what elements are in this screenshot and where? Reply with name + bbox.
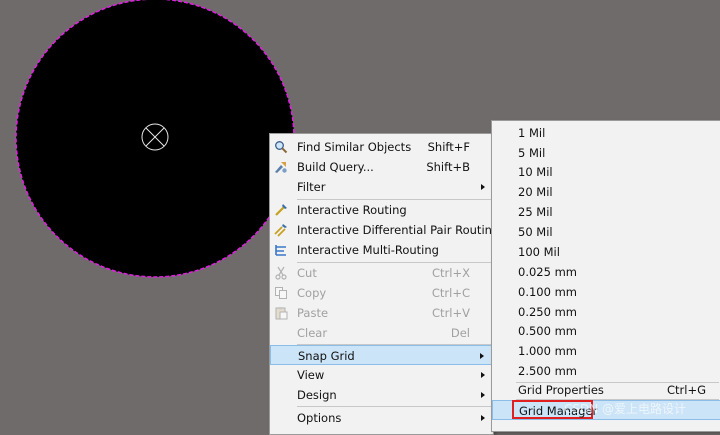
menu-item-label: Options [297,411,342,425]
menu-item-label: 100 Mil [518,245,560,259]
menu-item-view[interactable]: View [270,365,493,385]
menu-item-find-similar-objects[interactable]: Find Similar Objects Shift+F [270,137,493,157]
menu-item-label: Design [297,388,337,402]
diff-pair-routing-icon [273,222,289,238]
menu-item-label: Build Query... [297,160,374,174]
menu-item-shortcut: Ctrl+C [431,286,470,300]
menu-item-label: 10 Mil [518,165,553,179]
menu-item-label: Filter [297,180,326,194]
menu-item-clear[interactable]: Clear Del [270,323,493,343]
menu-item-interactive-differential-pair-routing[interactable]: Interactive Differential Pair Routing [270,220,499,240]
menu-item-label: 20 Mil [518,185,553,199]
menu-separator [297,406,491,407]
menu-item-filter[interactable]: Filter [270,177,493,197]
menu-item-copy[interactable]: Copy Ctrl+C [270,283,493,303]
snap-grid-submenu: 1 Mil 5 Mil 10 Mil 20 Mil 25 Mil 50 Mil … [491,120,720,432]
menu-item-cut[interactable]: Cut Ctrl+X [270,263,493,283]
submenu-arrow-icon [481,392,485,398]
menu-item-label: 2.500 mm [518,364,577,378]
snap-grid-5-mil[interactable]: 5 Mil [492,143,720,163]
menu-item-options[interactable]: Options [270,408,493,428]
snap-grid-0-100-mm[interactable]: 0.100 mm [492,282,720,302]
menu-item-label: 5 Mil [518,146,546,160]
snap-grid-100-mil[interactable]: 100 Mil [492,242,720,262]
menu-item-interactive-routing[interactable]: Interactive Routing [270,200,493,220]
snap-grid-25-mil[interactable]: 25 Mil [492,202,720,222]
submenu-arrow-icon [481,372,485,378]
menu-item-label: Interactive Routing [297,203,407,217]
menu-item-label: 0.025 mm [518,265,577,279]
menu-item-label: 0.100 mm [518,285,577,299]
menu-item-label: Snap Grid [298,349,355,363]
menu-item-label: Interactive Differential Pair Routing [297,223,500,237]
selected-pad[interactable] [15,0,295,278]
watermark-text: CSDN @爱上电路设计 [564,402,687,416]
menu-item-design[interactable]: Design [270,385,493,405]
snap-grid-0-500-mm[interactable]: 0.500 mm [492,321,720,341]
menu-item-shortcut: Ctrl+V [432,306,470,320]
snap-grid-0-025-mm[interactable]: 0.025 mm [492,262,720,282]
menu-item-shortcut: Del [450,326,470,340]
menu-item-label: 25 Mil [518,205,553,219]
snap-grid-2-500-mm[interactable]: 2.500 mm [492,361,720,381]
menu-item-label: 0.250 mm [518,305,577,319]
interactive-routing-icon [273,202,289,218]
menu-item-interactive-multi-routing[interactable]: Interactive Multi-Routing [270,240,493,260]
submenu-arrow-icon [480,353,484,359]
menu-item-label: 0.500 mm [518,324,577,338]
build-query-icon [273,159,289,175]
menu-item-label: View [297,368,325,382]
menu-item-shortcut: Shift+B [426,160,470,174]
multi-routing-icon [273,242,289,258]
menu-item-label: Cut [297,266,317,280]
menu-item-label: Paste [297,306,329,320]
menu-item-shortcut: Ctrl+X [432,266,470,280]
copy-icon [273,285,289,301]
find-similar-icon [273,139,289,155]
snap-grid-20-mil[interactable]: 20 Mil [492,182,720,202]
paste-icon [273,305,289,321]
context-menu: Find Similar Objects Shift+F Build Query… [269,133,499,435]
menu-item-label: Grid Properties [518,383,604,397]
pcb-editor-screen: { "colors": { "canvas_background": "#6f6… [0,0,720,435]
menu-item-build-query[interactable]: Build Query... Shift+B [270,157,493,177]
menu-item-shortcut: Ctrl+G [666,383,706,397]
menu-item-label: Find Similar Objects [297,140,412,154]
menu-item-paste[interactable]: Paste Ctrl+V [270,303,493,323]
menu-item-shortcut: Shift+F [427,140,470,154]
menu-item-label: Interactive Multi-Routing [297,243,439,257]
menu-item-label: 1 Mil [518,126,546,140]
submenu-arrow-icon [481,415,485,421]
snap-grid-0-250-mm[interactable]: 0.250 mm [492,302,720,322]
menu-item-label: Copy [297,286,327,300]
menu-item-label: 50 Mil [518,225,553,239]
menu-item-label: 1.000 mm [518,344,577,358]
snap-grid-10-mil[interactable]: 10 Mil [492,162,720,182]
submenu-arrow-icon [481,184,485,190]
menu-item-grid-properties[interactable]: Grid Properties Ctrl+G [492,380,720,400]
cut-icon [273,265,289,281]
menu-item-label: Clear [297,326,328,340]
snap-grid-50-mil[interactable]: 50 Mil [492,222,720,242]
snap-grid-1-mil[interactable]: 1 Mil [492,123,720,143]
menu-item-snap-grid[interactable]: Snap Grid [270,345,493,365]
snap-grid-1-000-mm[interactable]: 1.000 mm [492,341,720,361]
